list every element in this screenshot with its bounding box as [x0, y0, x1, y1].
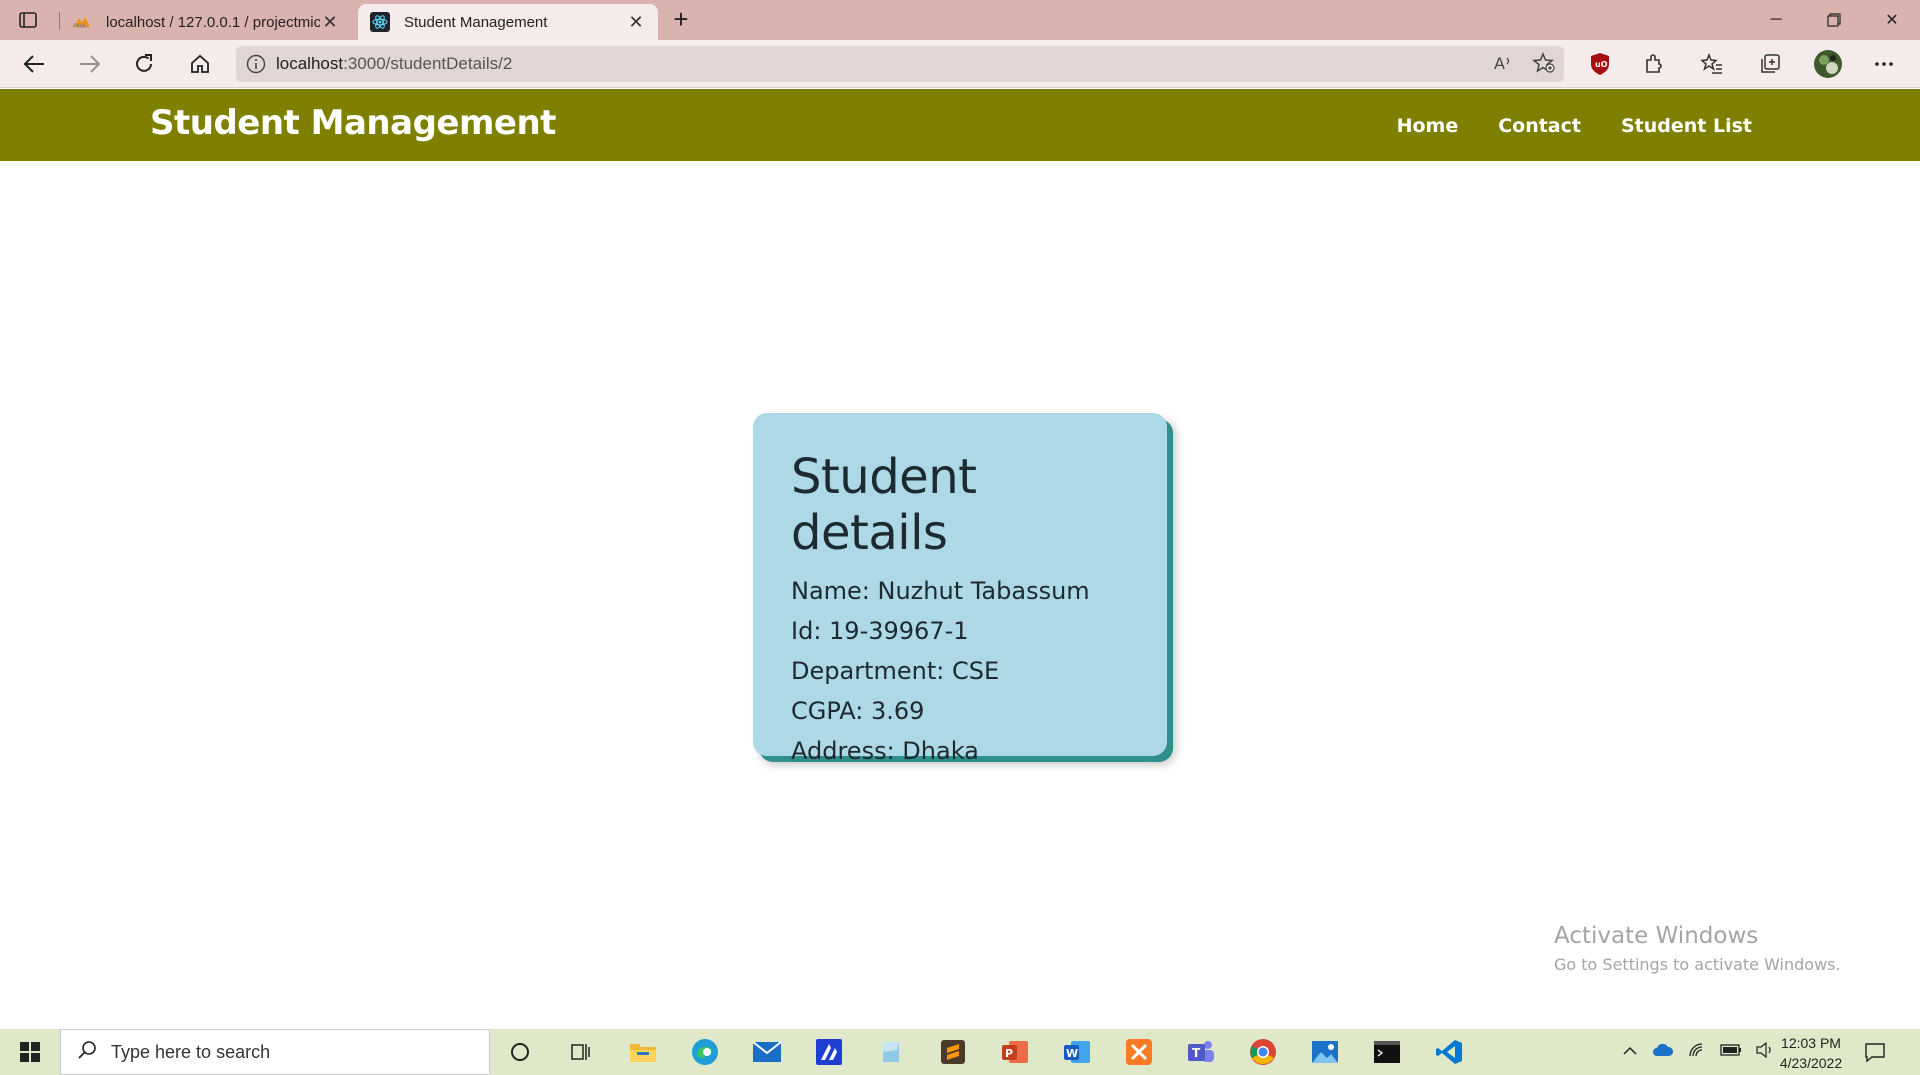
site-info-icon[interactable]: [236, 54, 276, 74]
mail-icon[interactable]: [750, 1036, 784, 1068]
activate-windows-watermark: Activate Windows Go to Settings to activ…: [1554, 923, 1841, 974]
forward-icon[interactable]: [72, 48, 108, 80]
student-cgpa: CGPA: 3.69: [791, 697, 925, 725]
word-icon[interactable]: W: [1060, 1036, 1094, 1068]
browser-titlebar: PMA localhost / 127.0.0.1 / projectmic ✕…: [0, 0, 1920, 40]
address-bar[interactable]: localhost:3000/studentDetails/2 A: [236, 46, 1564, 82]
windows-taskbar: Type here to search P W T 12:03 PM 4/23/…: [0, 1029, 1920, 1075]
search-placeholder: Type here to search: [111, 1041, 271, 1062]
app-brand[interactable]: Student Management: [150, 103, 556, 143]
file-explorer-icon[interactable]: [626, 1036, 660, 1068]
add-favorite-icon[interactable]: [1532, 52, 1556, 79]
react-icon: [370, 12, 390, 32]
taskbar-search-box[interactable]: Type here to search: [60, 1029, 490, 1075]
cortana-icon[interactable]: [503, 1036, 537, 1068]
onedrive-icon[interactable]: [1652, 1043, 1674, 1062]
student-name: Name: Nuzhut Tabassum: [791, 577, 1090, 605]
tab-title: localhost / 127.0.0.1 / projectmic: [106, 13, 320, 31]
svg-text:T: T: [1192, 1046, 1201, 1060]
student-id: Id: 19-39967-1: [791, 617, 969, 645]
read-aloud-icon[interactable]: A: [1492, 52, 1514, 79]
watermark-title: Activate Windows: [1554, 923, 1759, 949]
svg-text:uO: uO: [1595, 60, 1608, 69]
favorites-icon[interactable]: [1694, 48, 1730, 80]
close-window-icon[interactable]: ✕: [1864, 0, 1920, 40]
tab-actions-icon[interactable]: [14, 8, 42, 32]
svg-text:A: A: [1494, 54, 1505, 73]
browser-toolbar: localhost:3000/studentDetails/2 A uO: [0, 40, 1920, 88]
student-address: Address: Dhaka: [791, 737, 979, 765]
settings-more-icon[interactable]: [1866, 48, 1902, 80]
profile-avatar[interactable]: [1810, 48, 1846, 80]
close-tab-icon[interactable]: ✕: [626, 12, 646, 33]
collections-icon[interactable]: [1752, 48, 1788, 80]
nav-link-student-list[interactable]: Student List: [1621, 115, 1752, 137]
clock-date: 4/23/2022: [1779, 1055, 1843, 1071]
nav-link-home[interactable]: Home: [1397, 115, 1459, 137]
battery-icon[interactable]: [1720, 1043, 1742, 1061]
tab-student-management[interactable]: Student Management ✕: [358, 4, 658, 40]
cube-app-icon[interactable]: [812, 1036, 846, 1068]
xampp-icon[interactable]: [1122, 1036, 1156, 1068]
powerpoint-icon[interactable]: P: [998, 1036, 1032, 1068]
url-text[interactable]: localhost:3000/studentDetails/2: [276, 54, 512, 74]
photos-icon[interactable]: [1308, 1036, 1342, 1068]
sublime-text-icon[interactable]: [936, 1036, 970, 1068]
wifi-icon[interactable]: [1688, 1042, 1706, 1063]
notes-app-icon[interactable]: [874, 1036, 908, 1068]
vscode-icon[interactable]: [1432, 1036, 1466, 1068]
nav-links: Home Contact Student List: [1397, 115, 1752, 137]
search-icon: [77, 1040, 97, 1065]
phpmyadmin-icon: PMA: [72, 12, 92, 32]
svg-text:PMA: PMA: [73, 23, 87, 29]
restore-icon[interactable]: [1806, 0, 1862, 40]
chrome-icon[interactable]: [1246, 1036, 1280, 1068]
tab-title: Student Management: [404, 13, 548, 31]
show-hidden-icons-icon[interactable]: [1622, 1043, 1638, 1061]
teams-icon[interactable]: T: [1184, 1036, 1218, 1068]
terminal-icon[interactable]: [1370, 1036, 1404, 1068]
svg-text:P: P: [1005, 1047, 1013, 1060]
new-tab-icon[interactable]: +: [666, 6, 696, 34]
task-view-icon[interactable]: [564, 1036, 598, 1068]
system-tray: [1622, 1029, 1774, 1075]
close-tab-icon[interactable]: ✕: [320, 12, 340, 33]
notification-center-icon[interactable]: [1864, 1029, 1886, 1075]
clock-time: 12:03 PM: [1781, 1035, 1841, 1051]
student-department: Department: CSE: [791, 657, 1000, 685]
tab-phpmyadmin[interactable]: PMA localhost / 127.0.0.1 / projectmic ✕: [60, 4, 352, 40]
back-icon[interactable]: [16, 48, 52, 80]
refresh-icon[interactable]: [126, 48, 162, 80]
taskbar-clock[interactable]: 12:03 PM 4/23/2022: [1766, 1033, 1856, 1073]
nav-link-contact[interactable]: Contact: [1498, 115, 1581, 137]
ublock-origin-icon[interactable]: uO: [1582, 48, 1618, 80]
home-icon[interactable]: [182, 48, 218, 80]
windows-start-icon[interactable]: [0, 1029, 60, 1075]
extensions-icon[interactable]: [1636, 48, 1672, 80]
student-details-card: Student details Name: Nuzhut Tabassum Id…: [753, 413, 1167, 765]
watermark-subtitle: Go to Settings to activate Windows.: [1554, 955, 1841, 974]
app-navbar: Student Management Home Contact Student …: [0, 89, 1920, 161]
svg-text:W: W: [1066, 1047, 1078, 1060]
minimize-icon[interactable]: ─: [1748, 0, 1804, 40]
edge-browser-icon[interactable]: [688, 1036, 722, 1068]
card-heading: Student details: [791, 449, 977, 561]
